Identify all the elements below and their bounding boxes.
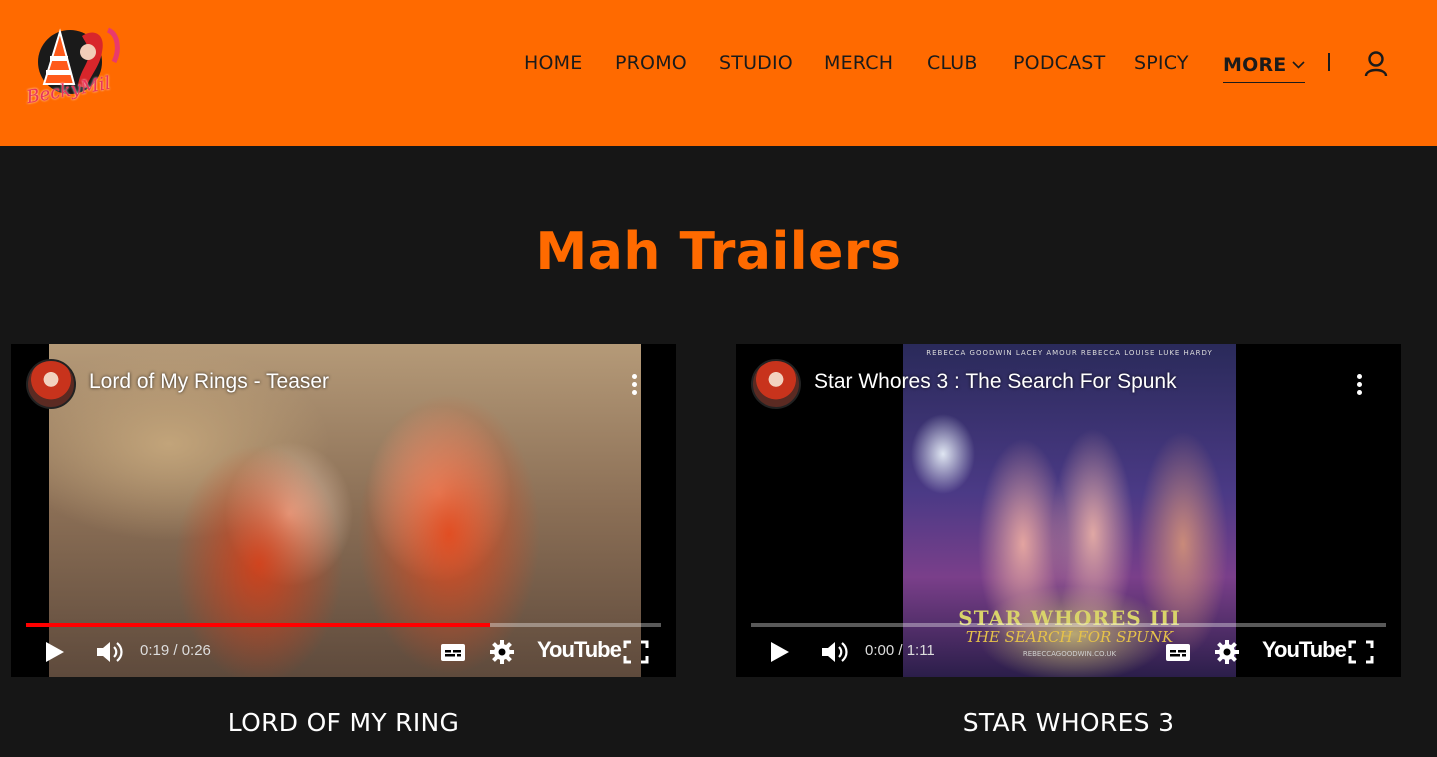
- volume-icon[interactable]: [820, 638, 850, 666]
- nav-divider: [1328, 53, 1330, 71]
- page-title: Mah Trailers: [535, 222, 902, 282]
- channel-avatar[interactable]: [751, 359, 801, 409]
- time-display: 0:19 / 0:26: [140, 642, 211, 659]
- progress-fill: [26, 623, 490, 627]
- video-caption-2: STAR WHORES 3: [962, 708, 1175, 737]
- more-vert-icon[interactable]: [632, 374, 638, 396]
- nav-merch[interactable]: MERCH: [824, 52, 893, 74]
- nav-more-dropdown[interactable]: MORE: [1223, 52, 1306, 83]
- time-display: 0:00 / 1:11: [865, 642, 935, 659]
- subtitles-icon[interactable]: [1165, 638, 1191, 666]
- video-title[interactable]: Lord of My Rings - Teaser: [89, 370, 329, 394]
- chevron-down-icon: [1292, 52, 1306, 74]
- video-player-1[interactable]: Lord of My Rings - Teaser 0:19 / 0:26 Yo…: [11, 344, 676, 677]
- more-vert-icon[interactable]: [1357, 374, 1363, 396]
- settings-gear-icon[interactable]: [1214, 638, 1240, 666]
- nav-home[interactable]: HOME: [524, 52, 582, 74]
- nav-promo[interactable]: PROMO: [615, 52, 687, 74]
- site-header: BeckyMil HOME PROMO STUDIO MERCH CLUB PO…: [0, 0, 1437, 146]
- site-logo[interactable]: BeckyMil: [22, 22, 132, 110]
- fullscreen-icon[interactable]: [623, 638, 649, 666]
- nav-studio[interactable]: STUDIO: [719, 52, 793, 74]
- nav-spicy[interactable]: SPICY: [1134, 52, 1189, 74]
- play-icon[interactable]: [769, 638, 791, 666]
- channel-avatar[interactable]: [26, 359, 76, 409]
- youtube-logo[interactable]: YouTube: [537, 637, 622, 665]
- progress-bar[interactable]: [26, 623, 661, 627]
- youtube-logo[interactable]: YouTube: [1262, 637, 1347, 665]
- subtitles-icon[interactable]: [440, 638, 466, 666]
- fullscreen-icon[interactable]: [1348, 638, 1374, 666]
- video-player-2[interactable]: REBECCA GOODWIN LACEY AMOUR REBECCA LOUI…: [736, 344, 1401, 677]
- nav-podcast[interactable]: PODCAST: [1013, 52, 1105, 74]
- poster-cast-names: REBECCA GOODWIN LACEY AMOUR REBECCA LOUI…: [926, 349, 1213, 357]
- progress-bar[interactable]: [751, 623, 1386, 627]
- video-title[interactable]: Star Whores 3 : The Search For Spunk: [814, 370, 1177, 394]
- play-icon[interactable]: [44, 638, 66, 666]
- nav-more-label: MORE: [1223, 54, 1287, 76]
- user-icon[interactable]: [1362, 50, 1390, 78]
- volume-icon[interactable]: [95, 638, 125, 666]
- nav-club[interactable]: CLUB: [927, 52, 978, 74]
- video-caption-1: LORD OF MY RING: [227, 708, 460, 737]
- settings-gear-icon[interactable]: [489, 638, 515, 666]
